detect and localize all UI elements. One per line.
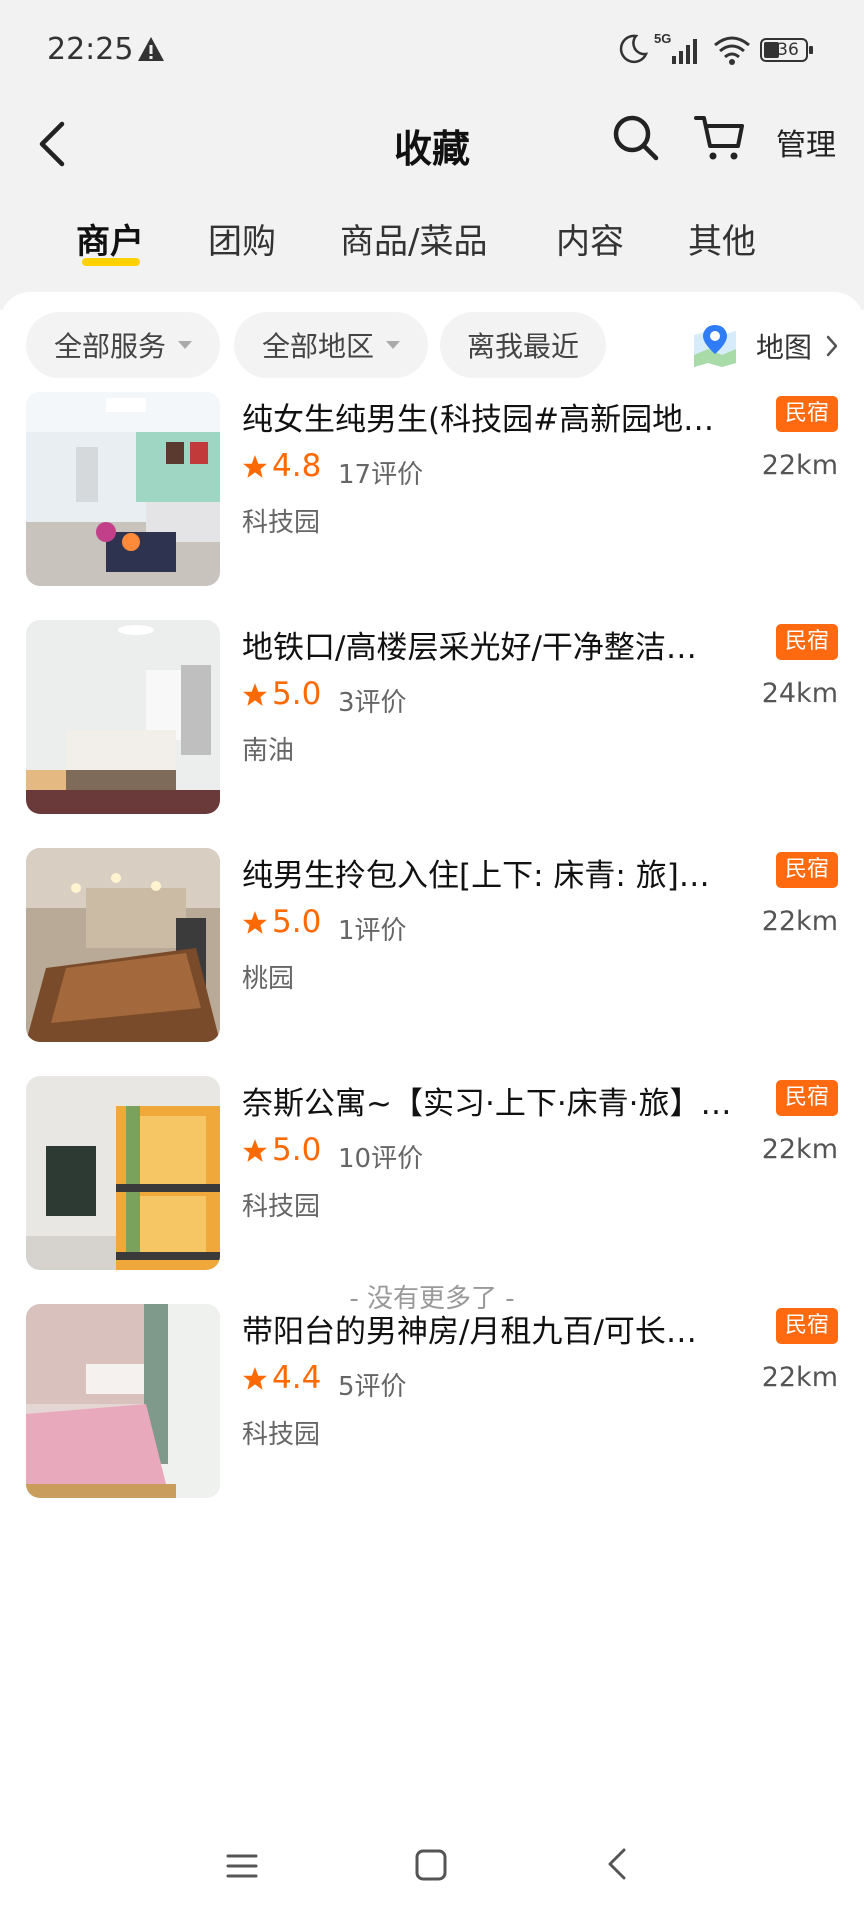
- listing-area: 南油: [242, 736, 295, 766]
- tab-content[interactable]: 内容: [556, 214, 624, 263]
- tab-bar: 商户 团购 商品/菜品 内容 其他: [0, 208, 864, 278]
- signal-5g-icon: 5G: [654, 31, 697, 64]
- listing-photo: [26, 392, 220, 586]
- search-icon[interactable]: [610, 112, 662, 164]
- category-badge: 民宿: [776, 396, 838, 432]
- star-icon: [243, 683, 267, 706]
- caret-down-icon: [178, 341, 192, 349]
- region-filter[interactable]: 全部地区: [234, 312, 428, 378]
- listing-distance: 22km: [761, 1134, 838, 1165]
- listing-photo-image: [26, 1304, 220, 1498]
- listing-distance: 22km: [761, 906, 838, 937]
- listing-distance: 22km: [761, 1362, 838, 1393]
- listing-distance: 24km: [761, 678, 838, 709]
- tab-products[interactable]: 商品/菜品: [340, 214, 487, 263]
- manage-button[interactable]: 管理: [776, 120, 836, 164]
- list-item[interactable]: 带阳台的男神房/月租九百/可长… 4.4 5评价 科技园 民宿 22km: [0, 1304, 864, 1504]
- list-item[interactable]: 地铁口/高楼层采光好/干净整洁… 5.0 3评价 南油 民宿 24km: [0, 620, 864, 820]
- region-filter-label: 全部地区: [261, 330, 374, 363]
- listing-reviews: 5评价: [338, 1372, 407, 1402]
- content-panel: 全部服务 全部地区 离我最近 地图 纯女生纯男生(科技园#高新园地… 4.8 1…: [0, 292, 864, 1920]
- chevron-right-icon: [826, 335, 838, 357]
- listing-title: 纯男生拎包入住[上下: 床青: 旅]…: [242, 858, 710, 894]
- status-bar: 22:25 5G 36: [0, 0, 864, 100]
- active-tab-indicator: [82, 258, 140, 266]
- listing-area: 科技园: [242, 1420, 321, 1450]
- listing-photo-image: [26, 620, 220, 814]
- listing-rating: 5.0: [272, 1132, 322, 1168]
- header: 收藏 管理: [0, 100, 864, 210]
- tab-group-buy[interactable]: 团购: [208, 214, 276, 263]
- listing-photo: [26, 1076, 220, 1270]
- listing-title: 纯女生纯男生(科技园#高新园地…: [242, 402, 715, 438]
- category-badge: 民宿: [776, 624, 838, 660]
- listing-photo: [26, 848, 220, 1042]
- warning-icon: [138, 37, 164, 61]
- listing-area: 桃园: [242, 964, 295, 994]
- svg-text:5G: 5G: [654, 31, 671, 46]
- listing-distance: 22km: [761, 450, 838, 481]
- listing-photo: [26, 620, 220, 814]
- list-item[interactable]: 纯女生纯男生(科技园#高新园地… 4.8 17评价 科技园 民宿 22km: [0, 392, 864, 592]
- sort-filter[interactable]: 离我最近: [440, 312, 606, 378]
- listing-photo-image: [26, 392, 220, 586]
- listing-photo-image: [26, 1076, 220, 1270]
- wifi-icon: [714, 36, 750, 65]
- listing-photo-image: [26, 848, 220, 1042]
- end-of-list-text: - 没有更多了 -: [349, 1284, 515, 1314]
- listing-rating: 4.4: [272, 1360, 322, 1396]
- listing-area: 科技园: [242, 508, 321, 538]
- map-link[interactable]: 地图: [690, 318, 842, 374]
- battery-level: 36: [777, 40, 799, 60]
- sort-filter-label: 离我最近: [466, 330, 579, 363]
- listing-title: 地铁口/高楼层采光好/干净整洁…: [242, 630, 697, 666]
- list-item[interactable]: 奈斯公寓~【实习·上下·床青·旅】… 5.0 10评价 科技园 民宿 22km: [0, 1076, 864, 1276]
- tab-other[interactable]: 其他: [688, 214, 756, 263]
- service-filter-label: 全部服务: [53, 330, 166, 363]
- moon-icon: [619, 34, 649, 64]
- listing-rating: 5.0: [272, 676, 322, 712]
- listing-reviews: 10评价: [338, 1144, 424, 1174]
- home-icon[interactable]: [412, 1846, 450, 1884]
- cart-icon[interactable]: [692, 110, 748, 166]
- listing-photo: [26, 1304, 220, 1498]
- filter-row: 全部服务 全部地区 离我最近 地图: [0, 312, 864, 382]
- star-icon: [243, 455, 267, 478]
- status-time: 22:25: [47, 32, 134, 67]
- star-icon: [243, 1367, 267, 1390]
- star-icon: [243, 911, 267, 934]
- back-nav-icon[interactable]: [602, 1844, 632, 1884]
- star-icon: [243, 1139, 267, 1162]
- listing-reviews: 1评价: [338, 916, 407, 946]
- menu-icon[interactable]: [224, 1848, 260, 1884]
- listing-reviews: 17评价: [338, 460, 424, 490]
- listing-title: 奈斯公寓~【实习·上下·床青·旅】…: [242, 1086, 732, 1122]
- map-pin-icon: [694, 325, 736, 367]
- listing-reviews: 3评价: [338, 688, 407, 718]
- caret-down-icon: [386, 341, 400, 349]
- map-label: 地图: [756, 331, 813, 364]
- listing-area: 科技园: [242, 1192, 321, 1222]
- list-item[interactable]: 纯男生拎包入住[上下: 床青: 旅]… 5.0 1评价 桃园 民宿 22km: [0, 848, 864, 1048]
- listing-rating: 4.8: [272, 448, 322, 484]
- service-filter[interactable]: 全部服务: [26, 312, 220, 378]
- category-badge: 民宿: [776, 852, 838, 888]
- category-badge: 民宿: [776, 1080, 838, 1116]
- listing-rating: 5.0: [272, 904, 322, 940]
- system-nav-bar: [0, 1830, 864, 1920]
- tab-merchants[interactable]: 商户: [76, 214, 144, 263]
